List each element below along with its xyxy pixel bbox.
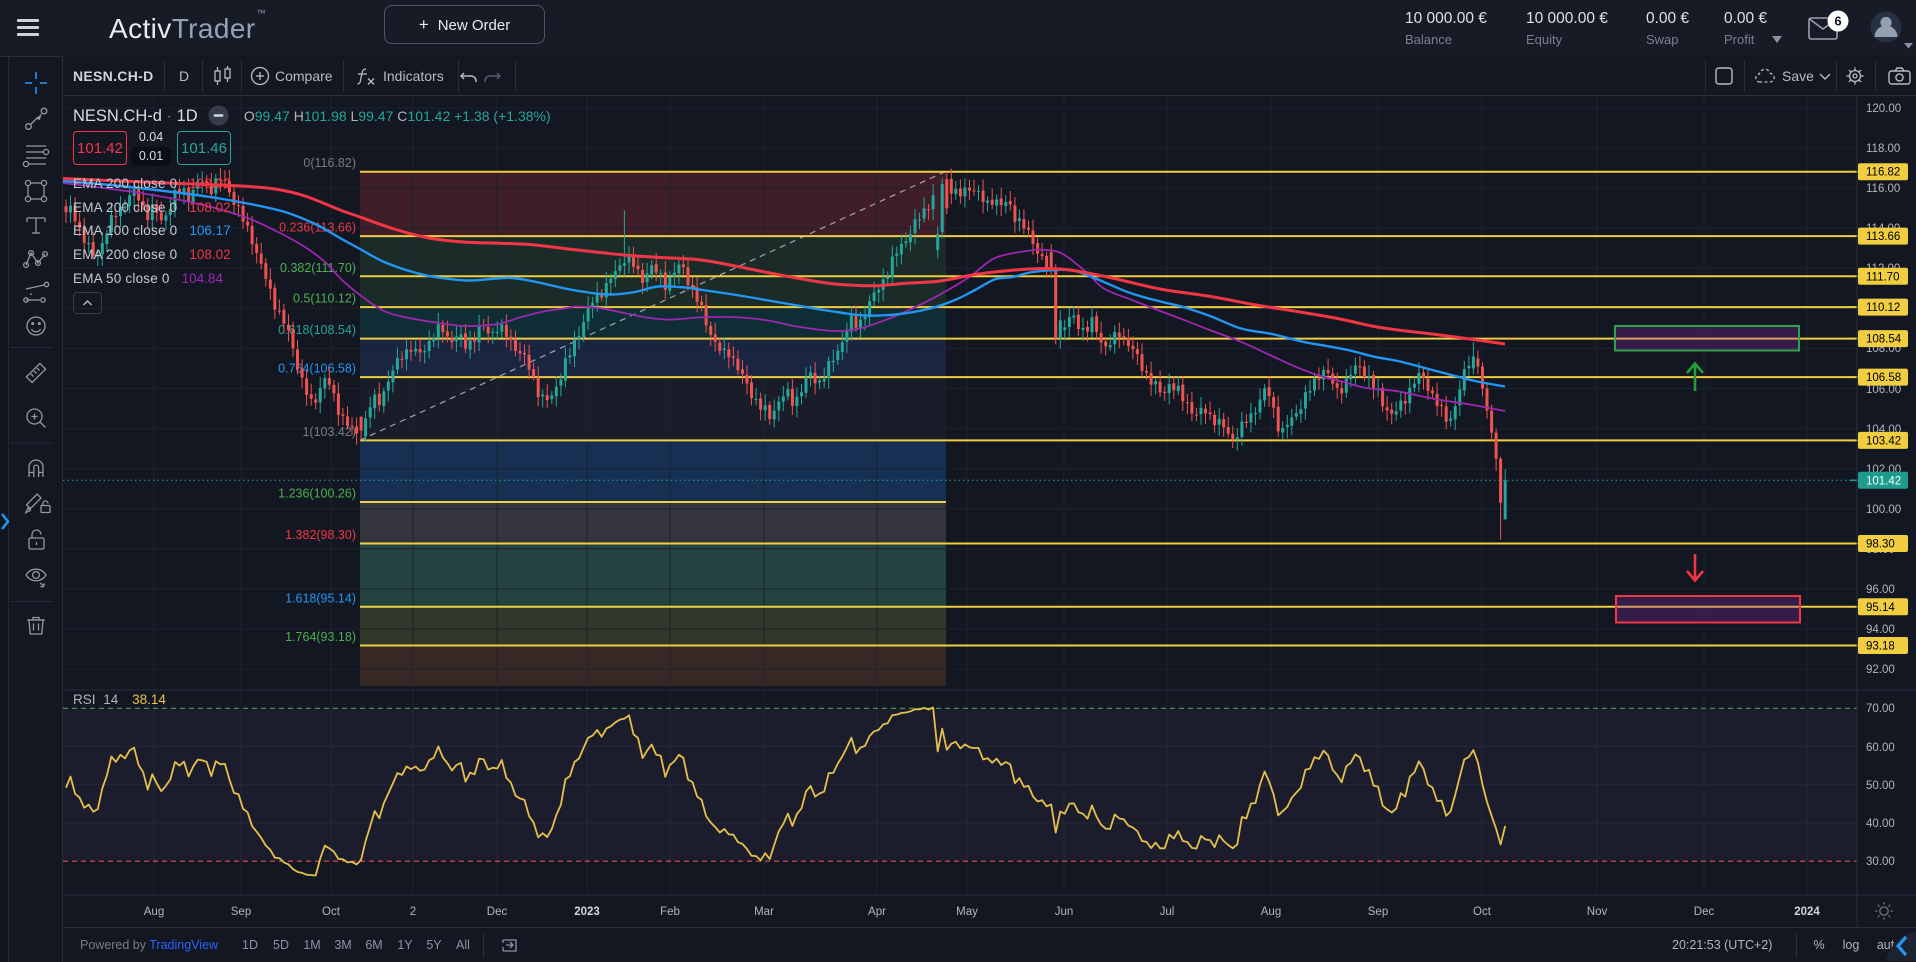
svg-text:Apr: Apr [868, 906, 886, 918]
svg-text:103.42: 103.42 [1866, 435, 1901, 447]
svg-text:118.00: 118.00 [1866, 143, 1900, 155]
svg-text:Mar: Mar [754, 906, 774, 918]
svg-text:70.00: 70.00 [1866, 703, 1895, 715]
svg-text:Feb: Feb [660, 906, 680, 918]
svg-text:100.00: 100.00 [1866, 504, 1901, 516]
svg-text:92.00: 92.00 [1866, 664, 1895, 676]
svg-text:30.00: 30.00 [1866, 856, 1895, 868]
svg-text:120.00: 120.00 [1866, 103, 1901, 115]
svg-text:Aug: Aug [144, 906, 164, 918]
svg-text:0(116.82): 0(116.82) [303, 156, 356, 170]
svg-text:6: 6 [1834, 14, 1841, 29]
svg-text:1.382(98.30): 1.382(98.30) [285, 528, 356, 542]
svg-text:2024: 2024 [1794, 906, 1820, 918]
svg-text:Oct: Oct [1473, 906, 1492, 918]
svg-text:106.58: 106.58 [1866, 372, 1901, 384]
svg-text:108.54: 108.54 [1866, 334, 1902, 346]
svg-text:Jul: Jul [1160, 906, 1175, 918]
svg-text:98.30: 98.30 [1866, 539, 1895, 551]
svg-text:Sep: Sep [1368, 906, 1388, 918]
svg-text:116.82: 116.82 [1866, 167, 1900, 179]
svg-text:1.618(95.14): 1.618(95.14) [285, 591, 356, 605]
svg-text:113.66: 113.66 [1866, 231, 1900, 243]
svg-text:2023: 2023 [574, 906, 600, 918]
svg-text:Sep: Sep [231, 906, 251, 918]
svg-text:93.18: 93.18 [1866, 641, 1895, 653]
svg-text:1.236(100.26): 1.236(100.26) [278, 487, 356, 501]
svg-text:40.00: 40.00 [1866, 818, 1895, 830]
svg-text:Jun: Jun [1055, 906, 1074, 918]
svg-text:May: May [956, 906, 978, 918]
svg-text:Aug: Aug [1261, 906, 1281, 918]
svg-text:0.764(106.58): 0.764(106.58) [278, 362, 356, 376]
svg-text:94.00: 94.00 [1866, 624, 1895, 636]
svg-text:111.70: 111.70 [1866, 271, 1899, 283]
svg-text:Nov: Nov [1587, 906, 1608, 918]
svg-text:2: 2 [410, 906, 416, 918]
svg-text:0.5(110.12): 0.5(110.12) [293, 292, 356, 306]
svg-text:50.00: 50.00 [1866, 780, 1895, 792]
svg-text:110.12: 110.12 [1866, 302, 1900, 314]
svg-text:1.764(93.18): 1.764(93.18) [285, 630, 356, 644]
svg-text:96.00: 96.00 [1866, 584, 1895, 596]
svg-text:Oct: Oct [322, 906, 341, 918]
svg-text:60.00: 60.00 [1866, 742, 1895, 754]
svg-text:Dec: Dec [487, 906, 508, 918]
svg-text:106.00: 106.00 [1866, 384, 1901, 396]
svg-text:Dec: Dec [1694, 906, 1715, 918]
svg-text:101.42: 101.42 [1866, 475, 1901, 487]
svg-text:116.00: 116.00 [1866, 183, 1900, 195]
svg-text:95.14: 95.14 [1866, 602, 1895, 614]
